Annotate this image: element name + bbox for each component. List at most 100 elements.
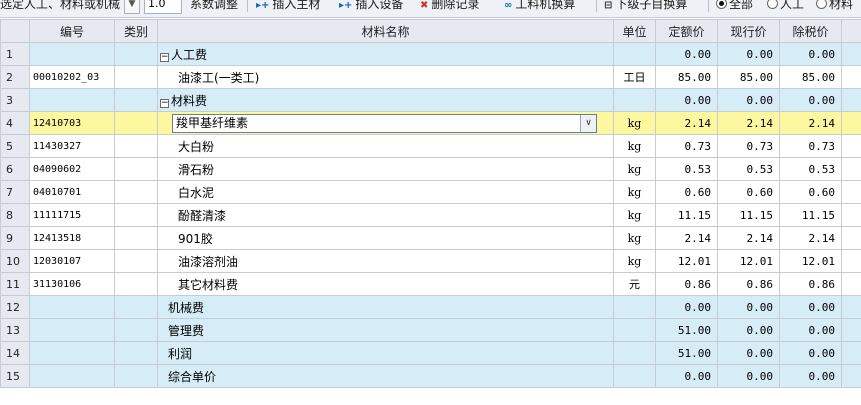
current-price-cell[interactable]: 11.15: [717, 203, 780, 227]
pretax-price-cell[interactable]: 0.00: [779, 295, 842, 319]
quota-price-cell[interactable]: 12.01: [655, 249, 718, 273]
filter-dropdown[interactable]: ▼: [124, 0, 140, 14]
unit-cell[interactable]: kg: [613, 134, 656, 158]
name-cell[interactable]: − 材料费: [157, 88, 614, 112]
name-cell[interactable]: 机械费: [157, 295, 614, 319]
current-price-cell[interactable]: 0.00: [717, 341, 780, 365]
unit-cell[interactable]: [613, 88, 656, 112]
row-number[interactable]: 7: [0, 180, 30, 204]
name-cell[interactable]: 白水泥: [157, 180, 614, 204]
current-price-cell[interactable]: 0.00: [717, 42, 780, 66]
name-cell[interactable]: 酚醛清漆: [157, 203, 614, 227]
code-cell[interactable]: 04010701: [29, 180, 115, 204]
table-row[interactable]: 15 综合单价 0.00 0.00 0.00: [0, 364, 861, 388]
current-price-cell[interactable]: 0.73: [717, 134, 780, 158]
name-cell[interactable]: 羧甲基纤维素 ∨: [157, 111, 614, 135]
unit-cell[interactable]: kg: [613, 203, 656, 227]
col-header-unit[interactable]: 单位: [613, 19, 656, 43]
pretax-price-cell[interactable]: 12.01: [779, 249, 842, 273]
pretax-price-cell[interactable]: 0.53: [779, 157, 842, 181]
code-cell[interactable]: 04090602: [29, 157, 115, 181]
convert-button[interactable]: ∞ 工料机换算: [504, 0, 575, 14]
delete-record-button[interactable]: ✖ 删除记录: [420, 0, 479, 14]
unit-cell[interactable]: kg: [613, 180, 656, 204]
quota-price-cell[interactable]: 11.15: [655, 203, 718, 227]
name-cell[interactable]: 油漆溶剂油: [157, 249, 614, 273]
name-cell[interactable]: 利润: [157, 341, 614, 365]
unit-cell[interactable]: [613, 318, 656, 342]
current-price-cell[interactable]: 85.00: [717, 65, 780, 89]
quota-price-cell[interactable]: 0.00: [655, 42, 718, 66]
table-row[interactable]: 8 11111715 酚醛清漆 kg 11.15 11.15 11.15: [0, 203, 861, 227]
current-price-cell[interactable]: 0.86: [717, 272, 780, 296]
row-number[interactable]: 8: [0, 203, 30, 227]
name-editor-combobox[interactable]: 羧甲基纤维素 ∨: [172, 113, 597, 133]
table-row-selected[interactable]: 4 12410703 羧甲基纤维素 ∨ kg 2.14 2.14 2.14: [0, 111, 861, 135]
pretax-price-cell[interactable]: 2.14: [779, 226, 842, 250]
code-cell[interactable]: 11111715: [29, 203, 115, 227]
chevron-down-icon[interactable]: ∨: [580, 114, 596, 132]
unit-cell[interactable]: [613, 295, 656, 319]
name-cell[interactable]: − 人工费: [157, 42, 614, 66]
row-number[interactable]: 1: [0, 42, 30, 66]
pretax-price-cell[interactable]: 0.60: [779, 180, 842, 204]
type-cell[interactable]: [114, 42, 158, 66]
filter-label[interactable]: 选定人工、材料或机械: [0, 0, 120, 14]
table-row[interactable]: 5 11430327 大白粉 kg 0.73 0.73 0.73: [0, 134, 861, 158]
col-header-code[interactable]: 编号: [29, 19, 115, 43]
type-cell[interactable]: [114, 341, 158, 365]
code-cell[interactable]: 00010202_03: [29, 65, 115, 89]
quota-price-cell[interactable]: 0.73: [655, 134, 718, 158]
pretax-price-cell[interactable]: 11.15: [779, 203, 842, 227]
row-number[interactable]: 9: [0, 226, 30, 250]
table-row[interactable]: 7 04010701 白水泥 kg 0.60 0.60 0.60: [0, 180, 861, 204]
type-cell[interactable]: [114, 272, 158, 296]
insert-equipment-button[interactable]: ▸+ 插入设备: [339, 0, 403, 14]
collapse-icon[interactable]: −: [160, 52, 169, 62]
radio-labor[interactable]: 人工: [767, 0, 804, 14]
table-row[interactable]: 3 − 材料费 0.00 0.00 0.00: [0, 88, 861, 112]
type-cell[interactable]: [114, 203, 158, 227]
row-number[interactable]: 12: [0, 295, 30, 319]
code-cell[interactable]: 12413518: [29, 226, 115, 250]
quota-price-cell[interactable]: 0.00: [655, 364, 718, 388]
code-cell[interactable]: [29, 318, 115, 342]
name-cell[interactable]: 其它材料费: [157, 272, 614, 296]
unit-cell[interactable]: kg: [613, 249, 656, 273]
table-row[interactable]: 10 12030107 油漆溶剂油 kg 12.01 12.01 12.01: [0, 249, 861, 273]
quota-price-cell[interactable]: 0.60: [655, 180, 718, 204]
quota-price-cell[interactable]: 0.00: [655, 295, 718, 319]
corner-cell[interactable]: [0, 19, 30, 43]
type-cell[interactable]: [114, 226, 158, 250]
current-price-cell[interactable]: 0.00: [717, 318, 780, 342]
type-cell[interactable]: [114, 180, 158, 204]
radio-material[interactable]: 材料: [816, 0, 853, 14]
row-number[interactable]: 13: [0, 318, 30, 342]
unit-cell[interactable]: [613, 42, 656, 66]
pretax-price-cell[interactable]: 0.00: [779, 341, 842, 365]
row-number[interactable]: 3: [0, 88, 30, 112]
type-cell[interactable]: [114, 364, 158, 388]
quota-price-cell[interactable]: 2.14: [655, 111, 718, 135]
col-header-type[interactable]: 类别: [114, 19, 158, 43]
row-number[interactable]: 15: [0, 364, 30, 388]
pretax-price-cell[interactable]: 85.00: [779, 65, 842, 89]
code-cell[interactable]: [29, 341, 115, 365]
current-price-cell[interactable]: 0.00: [717, 88, 780, 112]
code-cell[interactable]: 11430327: [29, 134, 115, 158]
table-row[interactable]: 13 管理费 51.00 0.00 0.00: [0, 318, 861, 342]
name-cell[interactable]: 油漆工(一类工): [157, 65, 614, 89]
radio-all[interactable]: 全部: [716, 0, 753, 14]
current-price-cell[interactable]: 0.53: [717, 157, 780, 181]
quota-price-cell[interactable]: 2.14: [655, 226, 718, 250]
code-cell[interactable]: [29, 364, 115, 388]
col-header-pretax-price[interactable]: 除税价: [779, 19, 842, 43]
table-row[interactable]: 6 04090602 滑石粉 kg 0.53 0.53 0.53: [0, 157, 861, 181]
row-number[interactable]: 10: [0, 249, 30, 273]
table-row[interactable]: 2 00010202_03 油漆工(一类工) 工日 85.00 85.00 85…: [0, 65, 861, 89]
unit-cell[interactable]: kg: [613, 157, 656, 181]
type-cell[interactable]: [114, 318, 158, 342]
pretax-price-cell[interactable]: 0.86: [779, 272, 842, 296]
pretax-price-cell[interactable]: 2.14: [779, 111, 842, 135]
table-row[interactable]: 1 − 人工费 0.00 0.00 0.00: [0, 42, 861, 66]
